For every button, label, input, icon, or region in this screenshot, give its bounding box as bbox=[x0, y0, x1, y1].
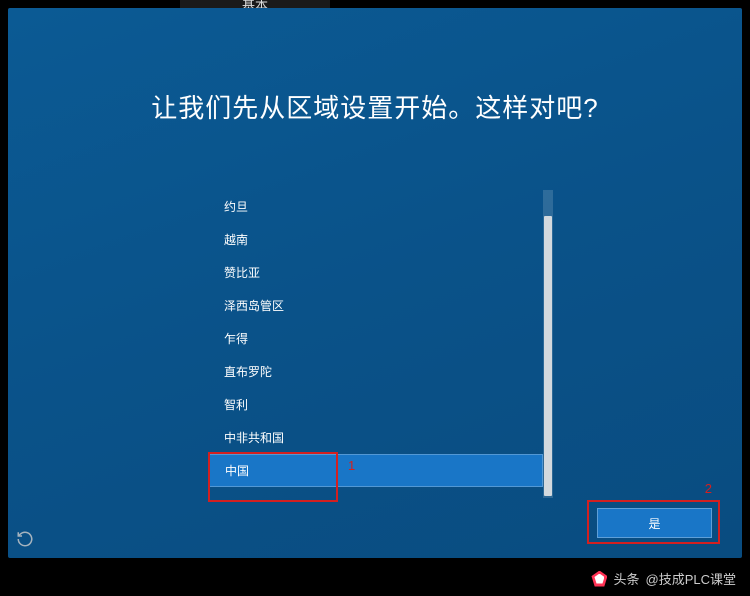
watermark: 头条 @技成PLC课堂 bbox=[591, 569, 736, 588]
list-item[interactable]: 乍得 bbox=[208, 322, 543, 355]
page-title: 让我们先从区域设置开始。这样对吧? bbox=[8, 88, 742, 125]
region-list[interactable]: 约旦 越南 赞比亚 泽西岛管区 乍得 直布罗陀 智利 中非共和国 中国 bbox=[208, 190, 543, 498]
watermark-prefix: 头条 bbox=[613, 569, 639, 588]
scrollbar-thumb[interactable] bbox=[544, 216, 552, 496]
watermark-text: @技成PLC课堂 bbox=[646, 569, 737, 588]
annotation-label: 2 bbox=[705, 481, 712, 496]
yes-button-label: 是 bbox=[648, 515, 660, 532]
yes-button[interactable]: 是 bbox=[597, 508, 712, 538]
list-item[interactable]: 中非共和国 bbox=[208, 421, 543, 454]
setup-screen: 让我们先从区域设置开始。这样对吧? 约旦 越南 赞比亚 泽西岛管区 乍得 直布罗… bbox=[8, 8, 742, 558]
scrollbar[interactable] bbox=[543, 190, 553, 498]
list-item[interactable]: 赞比亚 bbox=[208, 256, 543, 289]
list-item[interactable]: 约旦 bbox=[208, 190, 543, 223]
list-item-selected[interactable]: 中国 bbox=[208, 454, 543, 487]
list-item[interactable]: 越南 bbox=[208, 223, 543, 256]
list-item[interactable]: 直布罗陀 bbox=[208, 355, 543, 388]
toutiao-logo-icon bbox=[591, 571, 607, 587]
restart-icon[interactable] bbox=[16, 530, 34, 548]
list-item[interactable]: 泽西岛管区 bbox=[208, 289, 543, 322]
list-item[interactable]: 智利 bbox=[208, 388, 543, 421]
